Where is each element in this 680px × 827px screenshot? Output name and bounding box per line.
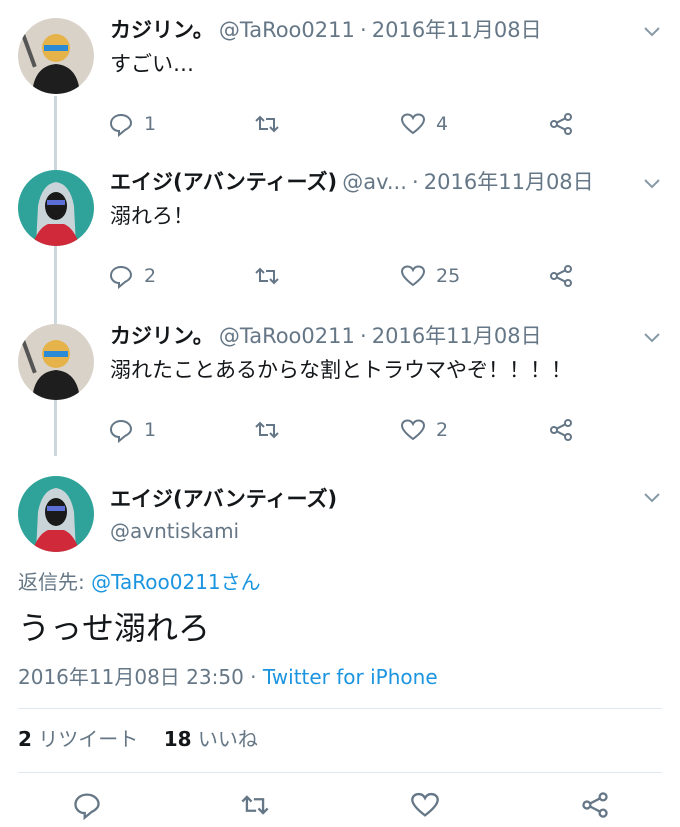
user-handle[interactable]: @avntiskami: [110, 516, 239, 546]
reply-count: 1: [144, 113, 157, 135]
tweet-actions: 1 4: [0, 108, 680, 140]
share-button[interactable]: [548, 260, 574, 292]
heart-icon: [400, 265, 426, 287]
chevron-down-icon[interactable]: [642, 176, 662, 190]
retweet-button[interactable]: [254, 414, 290, 446]
tweet-meta: 2016年11月08日 23:50 · Twitter for iPhone: [18, 662, 438, 692]
chevron-down-icon[interactable]: [642, 490, 662, 504]
reply-button[interactable]: [72, 790, 102, 820]
reply-to: 返信先: @TaRoo0211さん: [18, 568, 261, 596]
display-name[interactable]: カジリン。: [110, 18, 214, 42]
display-name[interactable]: エイジ(アバンティーズ): [110, 484, 337, 514]
reply-to-link[interactable]: @TaRoo0211さん: [91, 570, 261, 594]
avatar-eiji-icon[interactable]: [18, 170, 94, 246]
chevron-down-icon[interactable]: [642, 24, 662, 38]
heart-icon: [411, 792, 439, 817]
reply-icon: [109, 113, 133, 137]
user-handle[interactable]: @TaRoo0211: [219, 18, 355, 42]
avatar-eiji-icon[interactable]: [18, 476, 94, 552]
divider: [18, 708, 662, 709]
retweet-button[interactable]: [254, 108, 290, 140]
share-icon: [550, 265, 572, 287]
tweet-text: うっせ溺れろ: [18, 609, 211, 647]
share-button[interactable]: [580, 790, 610, 820]
avatar-kajirin-icon[interactable]: [18, 324, 94, 400]
retweet-label[interactable]: リツイート: [32, 727, 138, 751]
like-button[interactable]: 4: [400, 108, 448, 140]
tweet-actions: 1 2: [0, 414, 680, 446]
display-name[interactable]: カジリン。: [110, 324, 214, 348]
share-button[interactable]: [548, 108, 574, 140]
heart-icon: [400, 419, 426, 441]
heart-icon: [400, 113, 426, 135]
avatar-kajirin-icon[interactable]: [18, 18, 94, 94]
reply-icon: [74, 793, 100, 820]
retweet-icon: [255, 421, 279, 439]
separator: ·: [359, 324, 367, 348]
like-label[interactable]: いいね: [192, 727, 258, 751]
reply-count: 1: [144, 419, 157, 441]
tweet-timestamp[interactable]: 2016年11月08日 23:50: [18, 665, 244, 689]
divider: [18, 772, 662, 773]
thread-tweet[interactable]: カジリン。 @TaRoo0211 · 2016年11月08日 溺れたことあるから…: [0, 320, 680, 460]
user-handle[interactable]: @av...: [342, 170, 407, 194]
retweet-count[interactable]: 2: [18, 727, 32, 751]
separator: ·: [359, 18, 367, 42]
like-count: 4: [436, 113, 449, 135]
retweet-button[interactable]: [254, 260, 290, 292]
tweet-header: カジリン。 @TaRoo0211 · 2016年11月08日: [110, 320, 640, 352]
share-icon: [550, 113, 572, 135]
tweet-text: すごい…: [110, 52, 194, 76]
thread-tweet[interactable]: カジリン。 @TaRoo0211 · 2016年11月08日 すごい… 1 4: [0, 14, 680, 154]
reply-count: 2: [144, 265, 157, 287]
tweet-date[interactable]: 2016年11月08日: [372, 324, 542, 348]
reply-to-label: 返信先:: [18, 570, 92, 594]
like-button[interactable]: 25: [400, 260, 460, 292]
main-tweet-actions: [0, 790, 680, 824]
reply-button[interactable]: 2: [108, 260, 156, 292]
reply-icon: [109, 265, 133, 289]
separator: ·: [243, 665, 263, 689]
share-icon: [582, 792, 608, 818]
reply-button[interactable]: 1: [108, 108, 156, 140]
like-count[interactable]: 18: [164, 727, 192, 751]
separator: ·: [412, 170, 419, 194]
retweet-button[interactable]: [240, 790, 270, 820]
share-button[interactable]: [548, 414, 574, 446]
tweet-header: カジリン。 @TaRoo0211 · 2016年11月08日: [110, 14, 640, 46]
tweet-stats: 2 リツイート 18 いいね: [18, 724, 258, 754]
like-count: 2: [436, 419, 449, 441]
client-link[interactable]: Twitter for iPhone: [263, 665, 438, 689]
like-button[interactable]: 2: [400, 414, 448, 446]
reply-button[interactable]: 1: [108, 414, 156, 446]
reply-icon: [109, 419, 133, 443]
user-handle[interactable]: @TaRoo0211: [219, 324, 355, 348]
display-name[interactable]: エイジ(アバンティーズ): [110, 170, 337, 194]
tweet-actions: 2 25: [0, 260, 680, 292]
retweet-icon: [241, 795, 269, 815]
tweet-date[interactable]: 2016年11月08日: [424, 170, 594, 194]
share-icon: [550, 419, 572, 441]
chevron-down-icon[interactable]: [642, 330, 662, 344]
like-count: 25: [436, 265, 461, 287]
tweet-text: 溺れろ！: [110, 204, 194, 228]
tweet-header: エイジ(アバンティーズ) @av... · 2016年11月08日: [110, 166, 640, 198]
thread-tweet[interactable]: エイジ(アバンティーズ) @av... · 2016年11月08日 溺れろ！ 2…: [0, 166, 680, 306]
like-button[interactable]: [410, 790, 440, 820]
retweet-icon: [255, 115, 279, 133]
tweet-date[interactable]: 2016年11月08日: [372, 18, 542, 42]
tweet-text: 溺れたことあるからな割とトラウマやぞ！！！！: [110, 358, 572, 382]
retweet-icon: [255, 267, 279, 285]
